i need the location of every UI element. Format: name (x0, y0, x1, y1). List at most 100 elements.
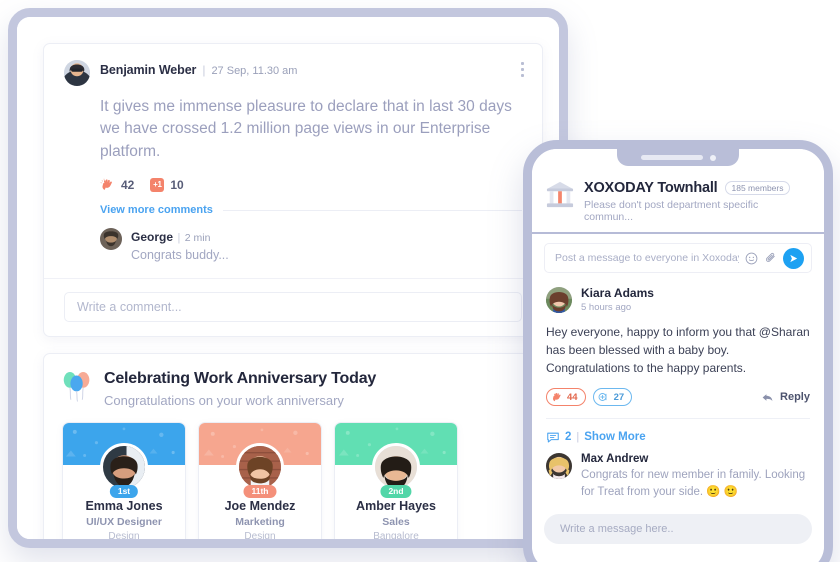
phone-post-author-name: Kiara Adams (581, 286, 654, 300)
phone-post-reactions: 44 27 Reply (546, 388, 810, 406)
person-department: Design (108, 531, 140, 543)
phone-post-author-avatar (546, 286, 572, 313)
person-anniversary-badge: 11th (243, 485, 277, 499)
post-timestamp: 27 Sep, 11.30 am (211, 65, 298, 77)
comments-divider: | (576, 431, 580, 443)
phone-speaker (640, 155, 703, 160)
phone-post-timestamp: 5 hours ago (581, 302, 632, 313)
phone-post: Kiara Adams 5 hours ago Hey everyone, ha… (532, 273, 824, 500)
reaction-clap-count: 42 (121, 177, 135, 192)
kebab-dot (521, 68, 524, 71)
tablet-device-frame: Benjamin Weber | 27 Sep, 11.30 am It giv… (8, 8, 568, 548)
anniversary-title: Celebrating Work Anniversary Today (104, 370, 377, 388)
write-comment-input[interactable] (64, 292, 522, 323)
comment-bubble-icon (547, 432, 559, 443)
reply-button[interactable]: Reply (761, 391, 810, 404)
post-body-text: It gives me immense pleasure to declare … (100, 98, 512, 160)
anniversary-header: Celebrating Work Anniversary Today Congr… (62, 370, 524, 408)
phone-comment-author-avatar (546, 453, 572, 479)
plus-one-icon: +1 (150, 177, 165, 192)
anniversary-text-block: Celebrating Work Anniversary Today Congr… (104, 370, 376, 408)
channel-title-row: XOXODAY Townhall 185 members (584, 180, 810, 196)
post-comment: George | 2 min Congrats buddy... (100, 228, 522, 262)
post-more-options-icon[interactable] (521, 62, 524, 77)
compose-row: Post a message to everyone in Xoxoday To… (532, 234, 824, 273)
comments-summary-row: 2 | Show More (546, 430, 810, 444)
reaction-clap[interactable]: 42 (100, 177, 134, 192)
reaction-plus-one[interactable]: +1 10 (150, 177, 184, 192)
send-icon (790, 254, 798, 262)
person-banner: 1st (63, 423, 185, 499)
person-photo (372, 443, 420, 492)
anniversary-person-card[interactable]: 1st Emma Jones UI/UX Designer Design WIS… (62, 422, 186, 543)
clap-icon (552, 392, 561, 402)
comment-author-line: George | 2 min (131, 228, 229, 246)
phone-device-frame: XOXODAY Townhall 185 members Please don'… (523, 140, 833, 562)
comment-separator: | (177, 232, 181, 245)
post-message-placeholder: Post a message to everyone in Xoxoday To… (555, 252, 739, 264)
paperclip-icon[interactable] (764, 252, 777, 265)
comment-timestamp: 2 min (184, 232, 211, 245)
person-role: Marketing (235, 516, 285, 529)
phone-comment-content: Max Andrew Congrats for new member in fa… (581, 453, 810, 500)
reaction-plus-one-count: 27 (613, 391, 625, 403)
divider-line (222, 209, 522, 211)
person-photo (236, 443, 284, 492)
phone-comment-author-name: Max Andrew (581, 453, 649, 465)
anniversary-people-list: 1st Emma Jones UI/UX Designer Design WIS… (62, 422, 524, 543)
emoji-icon[interactable] (745, 252, 758, 265)
phone-front-camera-icon (709, 154, 716, 161)
person-banner: 2nd (335, 423, 457, 499)
post-author-avatar (64, 60, 90, 86)
channel-description: Please don't post department specific co… (584, 199, 759, 223)
reaction-clap-count: 44 (567, 391, 578, 403)
channel-header: XOXODAY Townhall 185 members Please don'… (532, 175, 824, 232)
person-name: Emma Jones (85, 499, 163, 514)
anniversary-subtitle: Congratulations on your work anniversary (104, 393, 344, 409)
phone-post-header: Kiara Adams 5 hours ago (546, 286, 810, 313)
balloons-icon (63, 372, 90, 403)
phone-notch (617, 149, 739, 166)
person-photo (100, 443, 148, 492)
bank-building-icon (546, 181, 574, 208)
phone-screen: XOXODAY Townhall 185 members Please don'… (532, 149, 824, 562)
plus-one-icon (598, 393, 607, 401)
comment-compose-area (44, 278, 542, 336)
channel-title: XOXODAY Townhall (584, 180, 718, 196)
person-anniversary-badge: 2nd (380, 485, 412, 499)
phone-post-body: Hey everyone, happy to inform you that @… (546, 325, 810, 375)
show-more-link[interactable]: Show More (584, 431, 645, 443)
person-department: Bangalore (373, 531, 419, 543)
anniversary-person-card[interactable]: 2nd Amber Hayes Sales Bangalore WISH (334, 422, 458, 543)
view-more-comments-link[interactable]: View more comments (100, 204, 213, 216)
kebab-dot (521, 62, 524, 65)
comment-count: 2 (565, 431, 572, 443)
send-button[interactable] (783, 247, 804, 269)
reply-arrow-icon (762, 393, 773, 401)
comment-content: George | 2 min Congrats buddy... (131, 228, 229, 262)
post-author-name: Benjamin Weber (100, 63, 197, 77)
person-banner: 11th (199, 423, 321, 499)
work-anniversary-card: Celebrating Work Anniversary Today Congr… (43, 353, 543, 543)
phone-post-divider (546, 418, 810, 419)
channel-member-count-badge[interactable]: 185 members (724, 181, 791, 195)
feed-post-card: Benjamin Weber | 27 Sep, 11.30 am It giv… (43, 43, 543, 338)
channel-header-underline (532, 232, 824, 234)
post-reactions: 42 +1 10 (100, 177, 522, 192)
person-anniversary-badge: 1st (109, 485, 139, 499)
tablet-screen: Benjamin Weber | 27 Sep, 11.30 am It giv… (17, 17, 559, 539)
phone-post-author-block: Kiara Adams 5 hours ago (581, 286, 654, 313)
post-message-box[interactable]: Post a message to everyone in Xoxoday To… (544, 243, 812, 273)
write-message-input[interactable]: Write a message here.. (544, 514, 812, 545)
person-name: Joe Mendez (224, 499, 296, 514)
person-department: Design (244, 531, 276, 543)
phone-comment-text: Congrats for new member in family. Looki… (581, 469, 806, 498)
comment-author-name: George (131, 230, 174, 245)
write-message-placeholder: Write a message here.. (560, 523, 674, 536)
anniversary-person-card[interactable]: 11th Joe Mendez Marketing Design WISH (198, 422, 322, 543)
reaction-plus-one-count: 10 (170, 177, 184, 192)
phone-post-comment: Max Andrew Congrats for new member in fa… (546, 453, 810, 500)
reaction-plus-one-pill[interactable]: 27 (592, 388, 633, 406)
comment-author-avatar (100, 228, 122, 251)
reaction-clap-pill[interactable]: 44 (546, 388, 586, 406)
